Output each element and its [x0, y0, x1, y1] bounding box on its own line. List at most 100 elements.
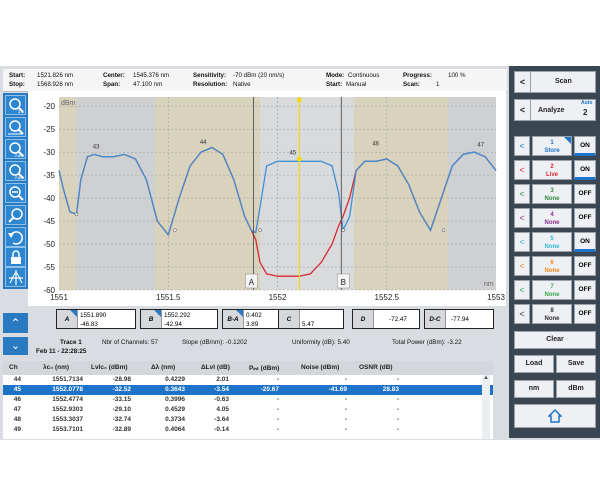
- table-scrollbar[interactable]: ▲: [482, 375, 490, 439]
- table-row[interactable]: 49 1553.7101 -32.89 0.4064 -0.14 - - -: [3, 425, 493, 435]
- spectrum-chart[interactable]: -20 -25 -30 -35 -40 -45 -50 -55 -60 1551 1551.5 155…: [28, 91, 506, 306]
- trace-mode-button[interactable]: 1 Store: [532, 136, 572, 156]
- zoom-fit-button[interactable]: [5, 205, 26, 225]
- chevron-left-icon[interactable]: <: [514, 160, 530, 180]
- table-row[interactable]: 48 1553.3037 -32.74 0.3734 -3.64 - - -: [3, 415, 493, 425]
- table-cell: 28.83: [382, 386, 399, 393]
- spectrum-plot[interactable]: -20-25-30-35-40-45-50-55-601551 1551.5 155…: [28, 91, 506, 306]
- chevron-left-icon[interactable]: <: [514, 304, 530, 324]
- dbm-unit-button[interactable]: dBm: [556, 380, 596, 398]
- col-osnr: OSNR (dB): [359, 364, 393, 371]
- chevron-left-icon[interactable]: <: [514, 232, 530, 252]
- chevron-left-icon[interactable]: <: [514, 208, 530, 228]
- channel-peak-label: 46: [372, 141, 379, 147]
- trace-mode-button[interactable]: 7 None: [532, 280, 572, 300]
- marker-ba-delta-level: 3.89: [246, 321, 259, 328]
- trace-toggle[interactable]: ON: [574, 232, 596, 252]
- marker-a-wavelength: 1551.890: [80, 312, 107, 319]
- table-cell: 49: [13, 426, 21, 433]
- trace-toggle[interactable]: OFF: [574, 304, 596, 324]
- load-button[interactable]: Load: [514, 355, 554, 373]
- chevron-left-icon[interactable]: <: [514, 184, 530, 204]
- table-row[interactable]: 46 1552.4774 -33.15 0.3996 -0.63 - - -: [3, 395, 493, 405]
- trace-toggle[interactable]: ON: [574, 136, 596, 156]
- home-button[interactable]: [514, 404, 596, 428]
- zoom-auto-x-button[interactable]: Auto: [5, 139, 26, 159]
- table-row[interactable]: 47 1552.9303 -29.10 0.4529 4.05 - - -: [3, 405, 493, 415]
- trace-mode-button[interactable]: 5 None: [532, 232, 572, 252]
- start-mode-value: Manual: [346, 81, 367, 88]
- table-cell: -: [344, 406, 347, 413]
- trace-toggle[interactable]: OFF: [574, 208, 596, 228]
- table-cell: -: [276, 376, 279, 383]
- trace-mode-button[interactable]: 3 None: [532, 184, 572, 204]
- marker-d-box[interactable]: D -72.47: [352, 309, 420, 329]
- analyze-button[interactable]: < Analyze 2 Auto: [514, 99, 596, 121]
- chevron-left-icon[interactable]: <: [514, 280, 530, 300]
- marker-a-box[interactable]: A 1551.890 -46.83: [56, 309, 136, 329]
- channel-peak-label: 43: [93, 144, 100, 150]
- trace-toggle[interactable]: OFF: [574, 256, 596, 276]
- trace-date: Feb 11 - 22:28:25: [36, 348, 87, 355]
- table-row[interactable]: 45 1552.0778 -32.52 0.3643 -3.54 -20.67 -41.69…: [3, 385, 493, 395]
- chevron-left-icon[interactable]: <: [514, 256, 530, 276]
- stop-value: 1568.926 nm: [37, 81, 74, 88]
- table-cell: -29.10: [112, 406, 131, 413]
- trace-toggle[interactable]: OFF: [574, 280, 596, 300]
- zoom-auto-y-button[interactable]: Auto: [5, 161, 26, 181]
- zoom-in-button[interactable]: [5, 117, 26, 137]
- x-tick-label: 1551.5: [156, 293, 181, 302]
- clear-button[interactable]: Clear: [514, 331, 596, 349]
- marker-b-box[interactable]: B 1552.292 -42.94: [140, 309, 218, 329]
- nm-unit-button[interactable]: nm: [514, 380, 554, 398]
- undo-zoom-button[interactable]: [5, 227, 26, 247]
- table-cell: 0.4229: [165, 376, 185, 383]
- channel-peak-label: 44: [200, 140, 207, 146]
- trace-mode-button[interactable]: 2 Live: [532, 160, 572, 180]
- scroll-up-icon[interactable]: ▲: [482, 375, 490, 383]
- trace-mode-button[interactable]: 8 None: [532, 304, 572, 324]
- marker-d-label: D: [353, 310, 374, 328]
- trace-summary: Trace 1 Feb 11 - 22:28:25 Nbr of Channel…: [32, 337, 508, 361]
- marker-c-value: 5.47: [302, 321, 315, 328]
- center-value: 1545.376 nm: [133, 72, 170, 79]
- collapse-panel-button[interactable]: ⌄: [3, 337, 28, 355]
- trace-toggle[interactable]: OFF: [574, 184, 596, 204]
- auto-label: Auto: [14, 153, 24, 158]
- chevron-left-icon: <: [515, 100, 531, 120]
- marker-b-level: -42.94: [164, 321, 182, 328]
- table-cell: -: [344, 416, 347, 423]
- zoom-area-button[interactable]: 1:1: [5, 95, 26, 115]
- marker-peak-button[interactable]: [5, 267, 26, 287]
- resolution-value: Native: [233, 81, 251, 88]
- table-cell: 0.4529: [165, 406, 185, 413]
- zoom-out-button[interactable]: [5, 183, 26, 203]
- analyze-number: 2: [583, 108, 588, 117]
- trace-mode-button[interactable]: 6 None: [532, 256, 572, 276]
- marker-dc-value: -77.94: [451, 316, 469, 323]
- save-button[interactable]: Save: [556, 355, 596, 373]
- table-cell: 1553.7101: [52, 426, 83, 433]
- scan-button[interactable]: < Scan: [514, 71, 596, 93]
- lock-button[interactable]: [5, 247, 26, 267]
- start-value: 1521.826 nm: [37, 72, 74, 79]
- chevron-left-icon[interactable]: <: [514, 136, 530, 156]
- cursor-handle: [296, 97, 302, 103]
- table-cell: 44: [13, 376, 21, 383]
- col-delta-level: ΔLvl (dB): [201, 364, 230, 371]
- trace-number: 6: [550, 260, 554, 266]
- trace-mode-button[interactable]: 4 None: [532, 208, 572, 228]
- table-cell: -32.52: [112, 386, 131, 393]
- table-cell: -: [396, 416, 399, 423]
- marker-c-box[interactable]: C 5.47: [278, 309, 344, 329]
- marker-dc-box[interactable]: D-C -77.94: [424, 309, 494, 329]
- trace-toggle[interactable]: ON: [574, 160, 596, 180]
- y-tick-label: -35: [43, 171, 55, 180]
- table-cell: 46: [13, 396, 21, 403]
- zoom-ratio-label: 1:1: [17, 109, 24, 114]
- expand-panel-button[interactable]: ⌃: [3, 313, 28, 333]
- home-icon: [547, 408, 563, 423]
- chevron-left-icon: <: [515, 72, 531, 92]
- table-cell: 4.05: [216, 406, 229, 413]
- table-row[interactable]: 44 1551.7134 -28.98 0.4229 2.01 - - -: [3, 375, 493, 385]
